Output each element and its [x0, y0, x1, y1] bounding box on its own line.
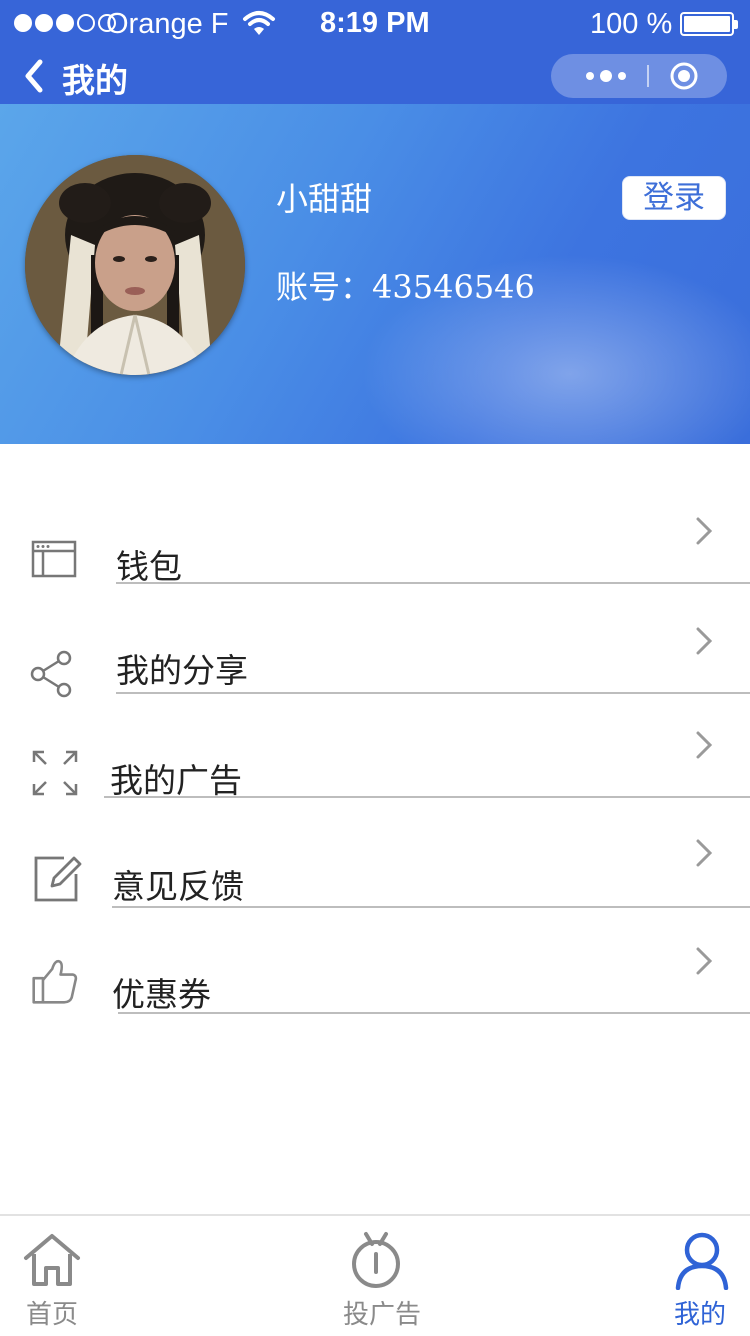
- capsule-divider: [647, 65, 649, 87]
- tab-label-post-ad: 投广告: [342, 1300, 421, 1330]
- login-button[interactable]: 登录: [622, 176, 726, 220]
- menu-item-wallet[interactable]: 钱包: [0, 508, 750, 608]
- tab-label-home: 首页: [25, 1300, 78, 1330]
- menu-label-my-ads: 我的广告: [110, 761, 242, 800]
- account-info: 账号：43546546: [276, 262, 535, 308]
- more-icon[interactable]: [581, 54, 641, 98]
- menu-label-wallet: 钱包: [116, 547, 182, 586]
- menu-item-coupons[interactable]: 优惠券: [0, 938, 750, 1038]
- menu-label-coupons: 优惠券: [112, 975, 211, 1014]
- menu-label-feedback: 意见反馈: [112, 867, 244, 906]
- share-icon: [30, 650, 72, 698]
- menu-item-feedback[interactable]: 意见反馈: [0, 832, 750, 932]
- chevron-right-icon: [696, 627, 713, 655]
- edit-icon: [34, 856, 82, 902]
- signal-icon: [14, 14, 116, 32]
- menu-divider: [104, 796, 750, 798]
- menu-item-my-share[interactable]: 我的分享: [0, 618, 750, 718]
- wallet-icon: [31, 540, 77, 578]
- mini-program-capsule: [551, 54, 727, 98]
- account-label: 账号：: [276, 268, 373, 306]
- profile-header: 小甜甜 账号：43546546 登录: [0, 104, 750, 444]
- close-target-icon[interactable]: [669, 61, 699, 91]
- alarm-icon: [352, 1232, 400, 1288]
- menu-divider: [116, 582, 750, 584]
- chevron-right-icon: [696, 839, 713, 867]
- chevron-right-icon: [696, 517, 713, 545]
- tab-home[interactable]: 首页: [0, 1216, 122, 1336]
- account-number: 43546546: [372, 268, 535, 306]
- thumbs-up-icon: [32, 959, 78, 1004]
- menu-divider: [116, 692, 750, 694]
- chevron-right-icon: [696, 947, 713, 975]
- status-time: 8:19 PM: [320, 7, 430, 39]
- wifi-icon: [243, 11, 275, 35]
- carrier-name: Orange F: [106, 8, 229, 40]
- page-title: 我的: [62, 61, 128, 100]
- back-icon[interactable]: [18, 56, 58, 96]
- avatar[interactable]: [25, 155, 245, 375]
- menu-divider: [118, 1012, 750, 1014]
- tab-mine[interactable]: 我的: [630, 1216, 750, 1336]
- tab-bar: 首页 投广告 我的: [0, 1214, 750, 1336]
- top-bar: Orange F 8:19 PM 100 % 我的: [0, 0, 750, 104]
- avatar-image: [25, 155, 245, 375]
- menu-label-my-share: 我的分享: [116, 651, 248, 690]
- chevron-right-icon: [696, 731, 713, 759]
- fullscreen-icon: [32, 750, 78, 796]
- battery-percentage: 100 %: [590, 8, 673, 40]
- user-icon: [675, 1232, 729, 1290]
- battery-icon: [680, 12, 738, 36]
- username: 小甜甜: [276, 180, 373, 218]
- menu-item-my-ads[interactable]: 我的广告: [0, 722, 750, 822]
- menu-divider: [112, 906, 750, 908]
- tab-post-ad[interactable]: 投广告: [312, 1216, 452, 1336]
- home-icon: [24, 1234, 80, 1286]
- tab-label-mine: 我的: [673, 1300, 726, 1330]
- status-bar: Orange F 8:19 PM 100 %: [0, 0, 750, 48]
